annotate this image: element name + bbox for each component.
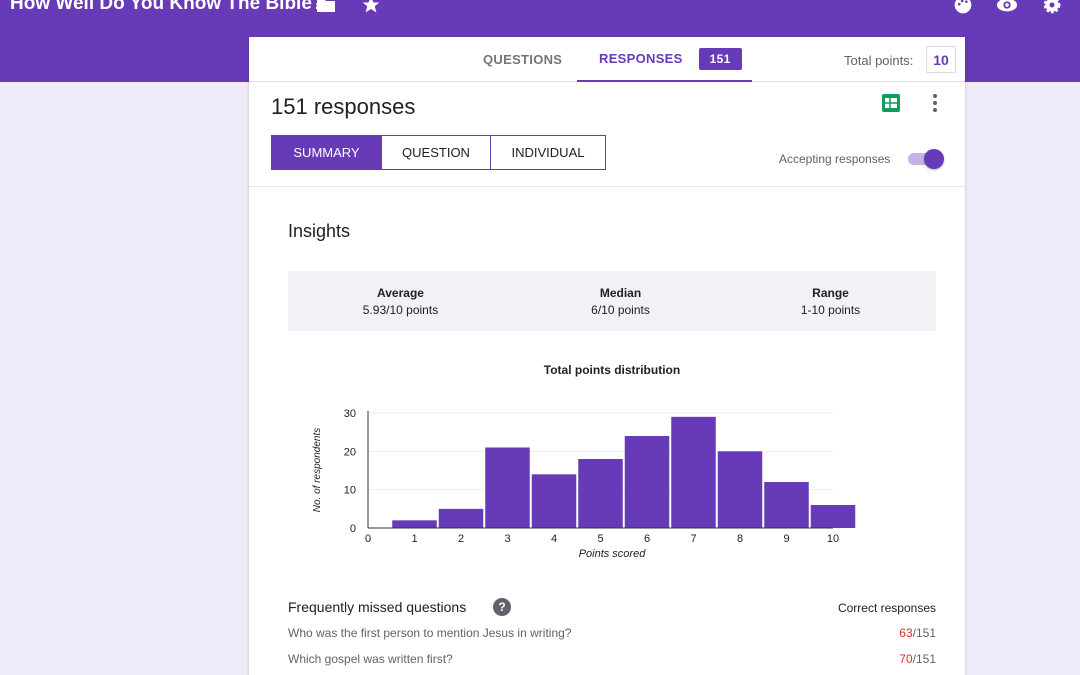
chart-y-tick-label: 30 — [344, 408, 356, 420]
chart-x-tick-label: 0 — [365, 533, 371, 545]
chart-x-tick-label: 4 — [551, 533, 557, 545]
chart-x-tick-label: 8 — [737, 533, 743, 545]
chart-bar — [392, 520, 437, 528]
palette-icon[interactable] — [952, 0, 974, 16]
total-count: /151 — [912, 626, 936, 640]
folder-icon[interactable] — [315, 0, 337, 16]
form-title: How Well Do You Know The Bible? — [10, 0, 324, 14]
correct-responses-header: Correct responses — [837, 601, 936, 615]
chart-bar — [578, 459, 623, 528]
total-count: /151 — [912, 652, 936, 666]
chart-bar — [624, 436, 670, 528]
correct-count: 63 — [899, 626, 913, 640]
chart-bar — [764, 482, 809, 528]
missed-questions-title: Frequently missed questions — [288, 599, 467, 615]
chart-x-tick-label: 6 — [644, 533, 650, 545]
responses-card: QUESTIONS RESPONSES 151 Total points: 10… — [249, 37, 965, 675]
chart-bar — [438, 508, 484, 528]
chart-x-tick-label: 1 — [411, 533, 417, 545]
settings-icon[interactable] — [1041, 0, 1063, 16]
chart-x-tick-label: 7 — [690, 533, 696, 545]
help-icon[interactable]: ? — [493, 598, 511, 616]
chart-y-axis-label: No. of respondents — [312, 428, 323, 513]
missed-question-score: 70/151 — [899, 652, 936, 666]
correct-count: 70 — [899, 652, 913, 666]
chart-bar — [810, 505, 856, 528]
chart-bar — [485, 447, 530, 528]
chart-bar — [671, 416, 716, 528]
chart-y-tick-label: 10 — [344, 485, 356, 497]
chart-x-tick-label: 9 — [783, 533, 789, 545]
chart-x-tick-label: 3 — [504, 533, 510, 545]
missed-question-text: Which gospel was written first? — [288, 652, 453, 666]
chart-x-axis-label: Points scored — [579, 548, 647, 560]
chart-x-tick-label: 10 — [827, 533, 839, 545]
missed-question-score: 63/151 — [899, 626, 936, 640]
chart-y-tick-label: 20 — [344, 446, 356, 458]
chart-y-tick-label: 0 — [350, 523, 356, 535]
chart-bar — [717, 451, 763, 528]
missed-question-text: Who was the first person to mention Jesu… — [288, 626, 572, 640]
chart-bar — [531, 474, 577, 528]
star-icon[interactable] — [360, 0, 382, 16]
missed-question-row: Who was the first person to mention Jesu… — [288, 626, 936, 640]
chart-x-tick-label: 5 — [597, 533, 603, 545]
chart-x-tick-label: 2 — [458, 533, 464, 545]
preview-icon[interactable] — [996, 0, 1018, 16]
missed-question-row: Which gospel was written first? 70/151 — [288, 652, 936, 666]
points-distribution-chart: 0102030 0 1 2 3 4 5 6 7 8 9 10 No. of respondents … — [312, 408, 856, 560]
